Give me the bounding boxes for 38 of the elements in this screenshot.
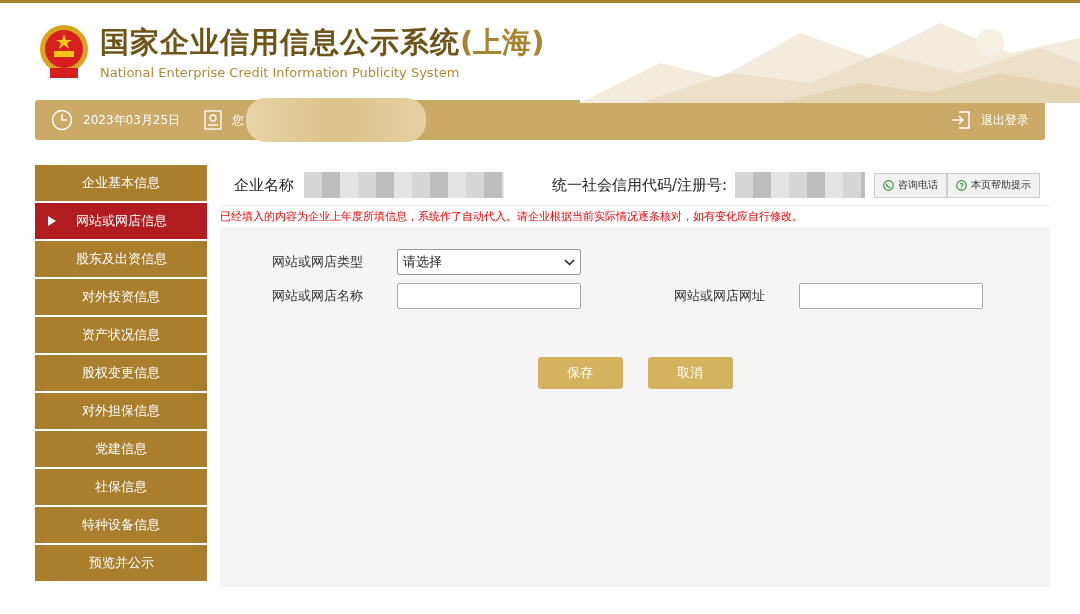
help-button[interactable]: 本页帮助提示	[947, 172, 1040, 198]
clock-icon	[51, 109, 73, 131]
logout-link[interactable]: 退出登录	[951, 110, 1029, 130]
sidebar-item[interactable]: 资产状况信息	[35, 317, 207, 353]
save-button[interactable]: 保存	[537, 357, 623, 389]
credit-code-label: 统一社会信用代码/注册号:	[552, 175, 728, 195]
sidebar-item[interactable]: 股东及出资信息	[35, 241, 207, 277]
notice-text: 已经填入的内容为企业上年度所填信息，系统作了自动代入。请企业根据当前实际情况逐条核对，如有变化应自行修改。	[220, 209, 804, 224]
input-field[interactable]	[397, 283, 581, 309]
sidebar-item[interactable]: 社保信息	[35, 469, 207, 505]
emblem-icon	[38, 23, 90, 80]
logout-icon	[951, 110, 971, 130]
sidebar-item[interactable]: 网站或网店信息	[35, 203, 207, 239]
field-label: 网站或网店名称	[272, 287, 364, 305]
type-select[interactable]: 请选择	[397, 249, 581, 275]
hotline-button[interactable]: 咨询电话	[874, 172, 947, 198]
sidebar-item[interactable]: 股权变更信息	[35, 355, 207, 391]
date-text: 2023年03月25日	[83, 111, 181, 129]
cancel-button[interactable]: 取消	[647, 357, 733, 389]
site-title: 国家企业信用信息公示系统	[100, 24, 460, 61]
region-title: (上海)	[460, 24, 545, 61]
user-card-icon	[204, 110, 223, 130]
sidebar-item[interactable]: 党建信息	[35, 431, 207, 467]
field-label: 网站或网店网址	[674, 287, 766, 305]
sidebar-item[interactable]: 预览并公示	[35, 545, 207, 581]
help-icon	[956, 179, 967, 191]
pointer-icon	[48, 216, 56, 226]
sidebar-item[interactable]: 对外投资信息	[35, 279, 207, 315]
input-field[interactable]	[799, 283, 983, 309]
sidebar-item[interactable]: 企业基本信息	[35, 165, 207, 201]
chevron-down-icon	[564, 258, 575, 266]
field-label: 网站或网店类型	[272, 253, 364, 271]
sidebar-item[interactable]: 特种设备信息	[35, 507, 207, 543]
sidebar-item[interactable]: 对外担保信息	[35, 393, 207, 429]
phone-icon	[883, 179, 894, 191]
company-name-label: 企业名称	[234, 175, 294, 195]
greeting-text: 您	[232, 111, 245, 129]
site-subtitle: National Enterprise Credit Information Publicity System	[100, 65, 461, 80]
